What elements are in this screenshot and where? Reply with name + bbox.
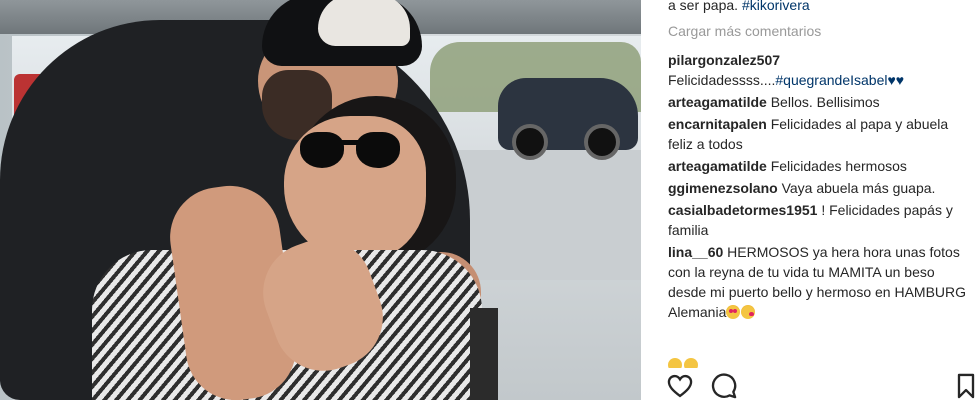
sunglasses: [298, 128, 408, 188]
kiss-emoji-icon: [741, 305, 756, 319]
comment-item: encarnitapalen Felicidades al papa y abu…: [668, 114, 973, 154]
heart-icon[interactable]: [666, 372, 694, 400]
cap-front: [318, 0, 410, 46]
laptop-edge: [470, 308, 498, 400]
comment-item: ggimenezsolano Vaya abuela más guapa.: [668, 178, 973, 198]
comment-list: pilargonzalez507 Felicidadessss....#queg…: [668, 50, 973, 324]
heart-emoji: ♥♥: [887, 72, 905, 88]
comment-item: arteagamatilde Felicidades hermosos: [668, 156, 973, 176]
load-more-comments-link[interactable]: Cargar más comentarios: [668, 23, 821, 39]
post-photo: [0, 0, 641, 400]
dark-car: [498, 78, 638, 160]
comment-text: Vaya abuela más guapa.: [781, 180, 936, 196]
comment-username[interactable]: lina__60: [668, 244, 723, 260]
comment-item: arteagamatilde Bellos. Bellisimos: [668, 92, 973, 112]
comment-username[interactable]: arteagamatilde: [668, 158, 767, 174]
comment-username[interactable]: arteagamatilde: [668, 94, 767, 110]
comment-text: Bellos. Bellisimos: [770, 94, 880, 110]
bookmark-icon[interactable]: [952, 372, 980, 400]
comment-icon[interactable]: [710, 372, 738, 400]
comment-item: pilargonzalez507 Felicidadessss....#queg…: [668, 50, 973, 90]
comment-username[interactable]: pilargonzalez507: [668, 52, 780, 68]
post-caption: a ser papa. #kikorivera: [668, 0, 810, 14]
action-bar: [642, 368, 980, 400]
caption-hashtag[interactable]: #kikorivera: [742, 0, 810, 13]
comment-panel: a ser papa. #kikorivera Cargar más comen…: [642, 0, 980, 400]
caption-text: a ser papa.: [668, 0, 739, 13]
comment-hashtag[interactable]: #quegrandeIsabel: [775, 72, 887, 88]
comment-item: casialbadetormes1951 ! Felicidades papás…: [668, 200, 973, 240]
comment-text: Felicidadessss....: [668, 72, 776, 88]
comment-username[interactable]: ggimenezsolano: [668, 180, 778, 196]
heart-eyes-emoji-icon: [726, 305, 741, 319]
comment-username[interactable]: encarnitapalen: [668, 116, 767, 132]
comment-item: lina__60 HERMOSOS ya hera hora unas foto…: [668, 242, 973, 322]
comment-username[interactable]: casialbadetormes1951: [668, 202, 817, 218]
comment-text: Felicidades hermosos: [770, 158, 907, 174]
